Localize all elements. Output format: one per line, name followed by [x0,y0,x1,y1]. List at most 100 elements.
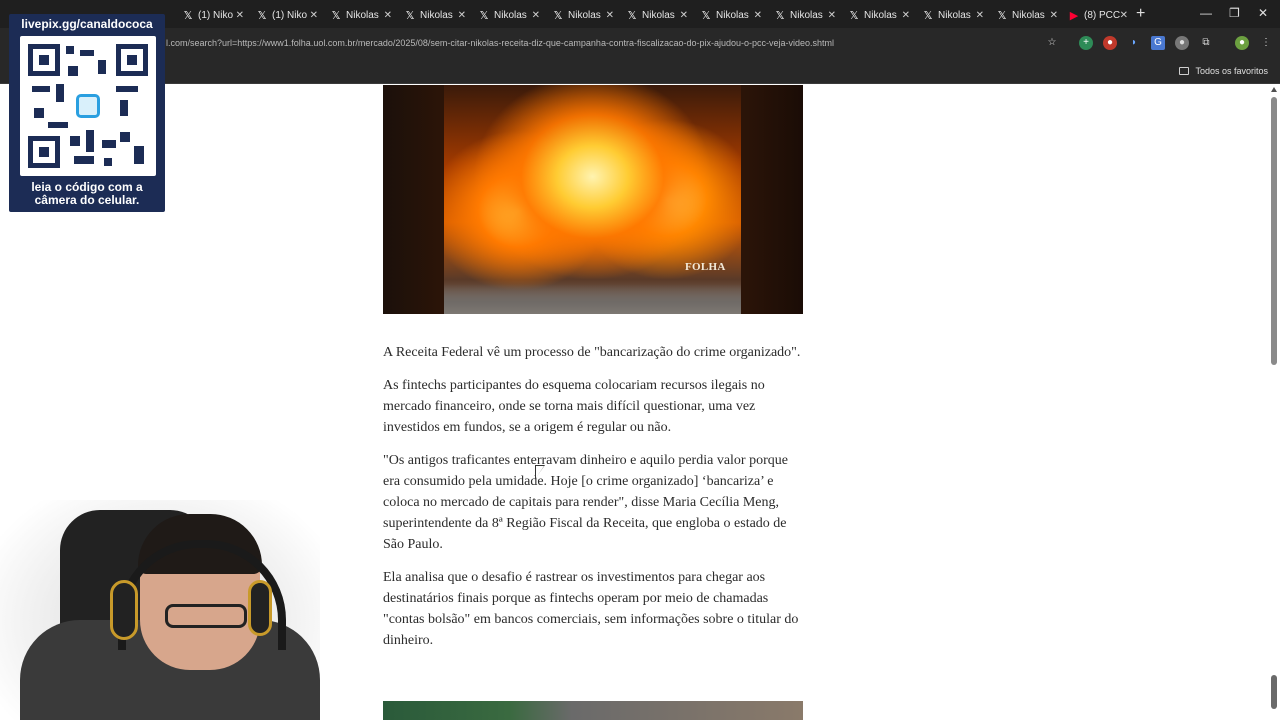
folder-icon [1179,67,1190,75]
minimize-icon[interactable]: — [1200,6,1212,20]
qr-module [134,146,144,164]
scrollbar-thumb-secondary[interactable] [1271,675,1277,709]
qr-module [48,122,68,128]
scroll-up-arrow-icon[interactable] [1271,87,1277,92]
x-logo-icon: 𝕏 [257,9,267,22]
close-icon[interactable]: ✕ [902,10,910,21]
tab-title: Nikolas [864,9,897,21]
restore-icon[interactable]: ❐ [1229,6,1240,20]
qr-finder [28,44,60,76]
translate-icon[interactable]: G [1151,36,1165,50]
menu-icon[interactable]: ⋮ [1259,36,1273,50]
article-paragraph: Ela analisa que o desafio é rastrear os … [383,570,799,648]
close-icon[interactable]: ✕ [754,10,762,21]
x-logo-icon: 𝕏 [183,9,193,22]
photo-watermark: FOLHA [685,261,726,273]
close-icon[interactable]: ✕ [606,10,614,21]
close-icon[interactable]: ✕ [680,10,688,21]
x-logo-icon: 𝕏 [775,9,785,22]
close-icon[interactable]: ✕ [236,10,244,21]
tab-5[interactable]: 𝕏 Nikolas ✕ [472,4,544,26]
tab-title: Nikolas [716,9,749,21]
tab-9[interactable]: 𝕏 Nikolas ✕ [768,4,840,26]
qr-module [80,50,94,56]
x-logo-icon: 𝕏 [479,9,489,22]
headset-earcup [248,580,272,636]
tab-title: (1) Niko [198,9,234,21]
article-body: A Receita Federal vê um processo de "ban… [383,342,803,663]
page-scrollbar[interactable] [1268,85,1280,720]
scrollbar-thumb[interactable] [1271,97,1277,365]
all-bookmarks-label: Todos os favoritos [1195,66,1268,76]
qr-module [104,158,112,166]
close-icon[interactable]: ✕ [828,10,836,21]
bookmarks-bar: Todos os favoritos [0,60,1280,84]
x-logo-icon: 𝕏 [923,9,933,22]
url-text[interactable]: l.com/search?url=https://www1.folha.uol.… [166,38,834,48]
tab-title: Nikolas [938,9,971,21]
tab-title: (1) Niko [272,9,308,21]
all-bookmarks-button[interactable]: Todos os favoritos [1179,66,1268,76]
tab-12[interactable]: 𝕏 Nikolas ✕ [990,4,1062,26]
tab-2[interactable]: 𝕏 (1) Niko ✕ [250,4,322,26]
qr-module [98,60,106,74]
tab-strip: 𝕏 (1) Niko ✕ 𝕏 (1) Niko ✕ 𝕏 Nikolas ✕ 𝕏 … [0,0,1280,28]
x-logo-icon: 𝕏 [553,9,563,22]
qr-caption: leia o código com a câmera do celular. [9,181,165,207]
extension-icon[interactable]: + [1079,36,1093,50]
article-paragraph: A Receita Federal vê um processo de "ban… [383,345,801,360]
glasses [165,604,247,628]
close-icon[interactable]: ✕ [1050,10,1058,21]
tab-13[interactable]: ▶ (8) PCC ✕ [1062,4,1132,26]
webcam-overlay [0,500,320,720]
tab-4[interactable]: 𝕏 Nikolas ✕ [398,4,470,26]
tab-6[interactable]: 𝕏 Nikolas ✕ [546,4,618,26]
tab-8[interactable]: 𝕏 Nikolas ✕ [694,4,766,26]
qr-module [116,86,138,92]
star-icon[interactable]: ☆ [1045,36,1059,50]
tab-title: Nikolas [346,9,379,21]
qr-caption-line: câmera do celular. [34,193,140,207]
x-logo-icon: 𝕏 [997,9,1007,22]
headset-earcup [110,580,138,640]
close-icon[interactable]: ✕ [1120,10,1128,21]
burning-vehicle-image [444,85,741,314]
x-logo-icon: 𝕏 [405,9,415,22]
close-window-icon[interactable]: ✕ [1258,6,1268,20]
new-tab-button[interactable]: + [1136,5,1145,23]
close-icon[interactable]: ✕ [458,10,466,21]
qr-title: livepix.gg/canaldococa [21,17,153,31]
ground-shade [444,284,741,314]
tab-title: Nikolas [420,9,453,21]
profile-icon[interactable]: ● [1235,36,1249,50]
tab-7[interactable]: 𝕏 Nikolas ✕ [620,4,692,26]
qr-module [102,140,116,148]
extension-icon[interactable]: ● [1175,36,1189,50]
extension-icon[interactable]: ◗ [1127,36,1141,50]
qr-module [66,46,74,54]
qr-module [56,84,64,102]
youtube-icon: ▶ [1069,9,1079,22]
close-icon[interactable]: ✕ [532,10,540,21]
close-icon[interactable]: ✕ [310,10,318,21]
x-logo-icon: 𝕏 [331,9,341,22]
livepix-qr-overlay: livepix.gg/canaldococa leia o código com… [9,14,165,212]
qr-module [74,156,94,164]
next-article-photo [383,701,803,720]
close-icon[interactable]: ✕ [384,10,392,21]
tab-3[interactable]: 𝕏 Nikolas ✕ [324,4,396,26]
close-icon[interactable]: ✕ [976,10,984,21]
qr-module [68,66,78,76]
mouse-cursor [536,466,544,478]
x-logo-icon: 𝕏 [701,9,711,22]
puzzle-icon[interactable]: ⧉ [1199,36,1213,50]
tab-11[interactable]: 𝕏 Nikolas ✕ [916,4,988,26]
qr-finder [116,44,148,76]
qr-module [32,86,50,92]
tab-10[interactable]: 𝕏 Nikolas ✕ [842,4,914,26]
article-paragraph: As fintechs participantes do esquema col… [383,378,765,435]
tab-1[interactable]: 𝕏 (1) Niko ✕ [176,4,248,26]
tab-title: Nikolas [790,9,823,21]
extension-icon[interactable]: ● [1103,36,1117,50]
article-paragraph: "Os antigos traficantes enterravam dinhe… [383,453,788,552]
